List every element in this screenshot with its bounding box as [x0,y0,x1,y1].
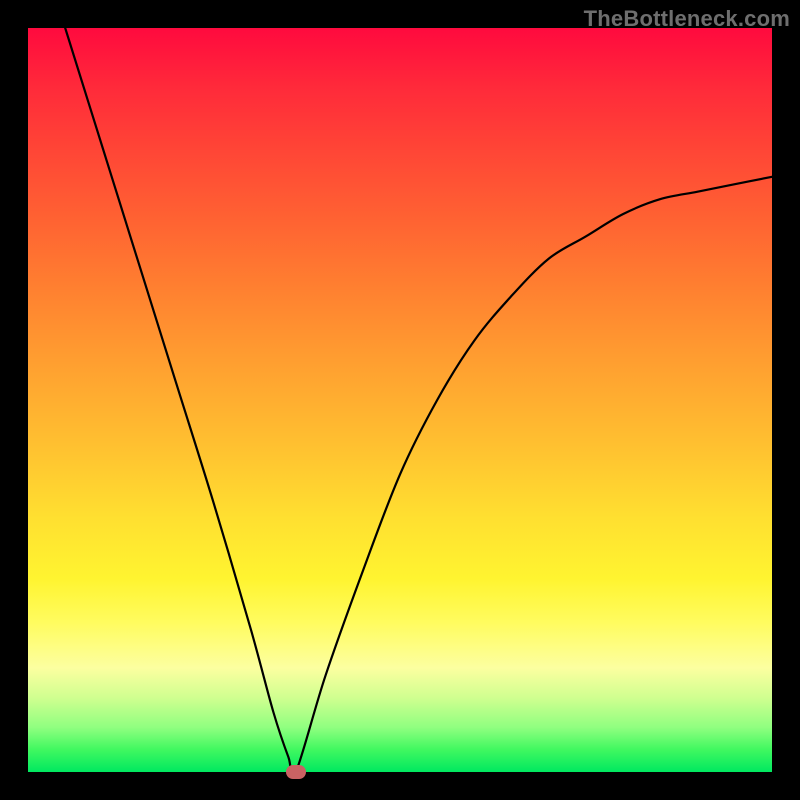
plot-area [28,28,772,772]
chart-frame: TheBottleneck.com [0,0,800,800]
watermark-text: TheBottleneck.com [584,6,790,32]
optimum-marker [286,765,306,779]
bottleneck-curve [28,28,772,772]
curve-path [65,28,772,777]
